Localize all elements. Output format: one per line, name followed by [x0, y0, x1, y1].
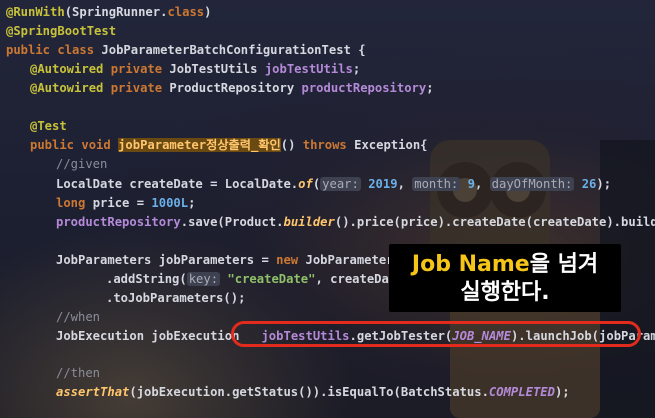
video-frame: @RunWith(SpringRunner.class) @SpringBoot… [0, 0, 655, 418]
red-highlight-ellipse [231, 321, 641, 347]
string-token: "createDate" [227, 272, 316, 286]
code-line-18: assertThat(jobExecution.getStatus()).isE… [56, 384, 570, 400]
comment-token: //then [56, 366, 101, 380]
code-token: Exception{ [354, 138, 428, 152]
code-token: , [474, 177, 490, 191]
constant-token: COMPLETED [488, 385, 555, 399]
field-token: productRepository [56, 215, 181, 229]
caption-line-2: 실행한다. [460, 280, 550, 305]
type-token: JobTestUtils [169, 62, 265, 76]
comment-token: //when [56, 310, 101, 324]
code-line-4: @Autowired private JobTestUtils jobTestU… [30, 61, 360, 77]
keyword-token: private [110, 62, 170, 76]
number-token: 26 [581, 177, 597, 191]
code-line-2: @SpringBootTest [6, 23, 116, 39]
param-hint: key: [186, 272, 221, 286]
code-token: ); [554, 385, 570, 399]
keyword-token: long [56, 196, 93, 210]
code-token: .addString( [106, 272, 187, 286]
param-hint: dayOfMonth: [489, 177, 575, 191]
code-token: JobParameters jobParameters = [56, 253, 277, 267]
param-hint: year: [320, 177, 361, 191]
keyword-token: private [110, 81, 170, 95]
code-line-9: LocalDate createDate = LocalDate.of(year… [56, 176, 611, 192]
code-line-5: @Autowired private ProductRepository pro… [30, 80, 434, 96]
code-line-7: public void jobParameter정상출력_확인() throws… [30, 137, 428, 153]
code-token: ; [426, 81, 434, 95]
code-token: LocalDate createDate = LocalDate. [56, 177, 299, 191]
code-token: JobExecution jobExecution [56, 329, 247, 343]
code-token: ); [596, 177, 612, 191]
keyword-token: class [167, 5, 205, 19]
code-line-1: @RunWith(SpringRunner.class) [6, 4, 211, 20]
code-line-6: @Test [30, 118, 67, 134]
code-line-8: //given [56, 156, 107, 172]
code-token: .toJobParameters(); [106, 291, 246, 305]
code-line-17: //then [56, 365, 100, 381]
keyword-token: public class [6, 43, 102, 57]
caption-line-1: Job Name을 넘겨 [389, 252, 621, 278]
code-line-11: productRepository.save(Product.builder()… [56, 214, 655, 230]
number-token: 2019 [368, 177, 398, 191]
code-line-15: //when [56, 309, 100, 325]
type-token: ProductRepository [169, 81, 302, 95]
number-token: 1000L [151, 196, 189, 210]
code-token: ().price(price).createDate(createDate).b… [334, 215, 655, 229]
comment-token: //given [56, 157, 108, 171]
keyword-token: throws [302, 138, 355, 152]
annotation-token: @Autowired [30, 62, 111, 76]
param-hint: month: [412, 177, 461, 191]
field-token: productRepository [301, 81, 427, 95]
caption-highlight: Job Name [411, 252, 530, 277]
annotation-token: @Autowired [30, 81, 111, 95]
code-token: ; [188, 196, 196, 210]
code-token: , [397, 177, 413, 191]
code-token: ) [204, 5, 212, 19]
method-token: of [298, 177, 313, 191]
caption-text: 을 넘겨 [529, 252, 599, 277]
code-token: ; [352, 62, 361, 76]
code-line-12: JobParameters jobParameters = new JobPar… [56, 252, 430, 268]
code-token: price = [92, 196, 152, 210]
code-line-14: .toJobParameters(); [106, 290, 245, 306]
keyword-token: new [276, 253, 306, 267]
code-line-10: long price = 1000L; [56, 195, 195, 211]
field-token: jobTestUtils [264, 62, 353, 76]
annotation-token: @Test [30, 119, 67, 133]
method-token: assertThat [56, 385, 130, 399]
annotation-token: @RunWith [6, 5, 65, 19]
code-token: (SpringRunner. [64, 5, 168, 19]
code-line-13: .addString(key: "createDate", createDate… [106, 271, 426, 287]
method-name-highlight: jobParameter정상출력_확인 [118, 138, 281, 152]
method-token: builder [283, 215, 335, 229]
annotation-token: @SpringBootTest [6, 24, 117, 38]
code-line-3: public class JobParameterBatchConfigurat… [6, 42, 366, 58]
caption-box: Job Name을 넘겨 실행한다. [389, 244, 621, 312]
number-token: 9 [467, 177, 475, 191]
keyword-token: public void [30, 138, 119, 152]
code-token: (jobExecution.getStatus()).isEqualTo(Bat… [129, 385, 489, 399]
code-token: .save(Product. [180, 215, 284, 229]
code-token: () [280, 138, 303, 152]
class-name-token: JobParameterBatchConfigurationTest { [101, 43, 366, 57]
